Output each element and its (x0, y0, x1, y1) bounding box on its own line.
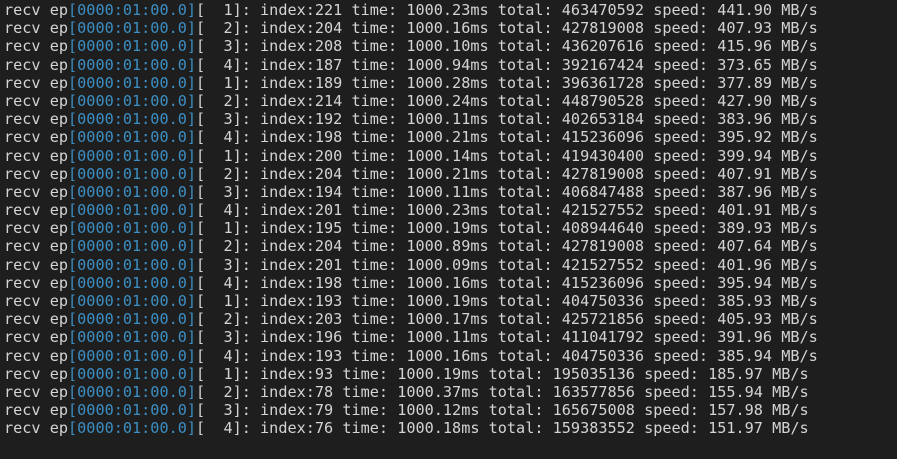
pci-bus-id: [0000:01:00.0] (68, 182, 197, 201)
log-line: recv ep[0000:01:00.0][ 3]: index:194 tim… (4, 183, 897, 201)
pci-bus-id: [0000:01:00.0] (68, 37, 197, 56)
pci-bus-id: [0000:01:00.0] (68, 110, 197, 129)
log-stats: [ 4]: index:193 time: 1000.16ms total: 4… (196, 346, 818, 365)
log-stats: [ 2]: index:214 time: 1000.24ms total: 4… (196, 91, 818, 110)
pci-bus-id: [0000:01:00.0] (68, 1, 197, 19)
log-stats: [ 4]: index:201 time: 1000.23ms total: 4… (196, 201, 818, 220)
log-line: recv ep[0000:01:00.0][ 1]: index:193 tim… (4, 292, 897, 310)
log-prefix: recv ep (4, 91, 69, 110)
log-line: recv ep[0000:01:00.0][ 2]: index:204 tim… (4, 237, 897, 255)
log-stats: [ 1]: index:189 time: 1000.28ms total: 3… (196, 73, 818, 92)
pci-bus-id: [0000:01:00.0] (68, 292, 197, 310)
log-stats: [ 2]: index:204 time: 1000.16ms total: 4… (196, 19, 818, 38)
log-line: recv ep[0000:01:00.0][ 3]: index:208 tim… (4, 37, 897, 55)
log-prefix: recv ep (4, 310, 69, 329)
log-prefix: recv ep (4, 419, 69, 438)
log-line: recv ep[0000:01:00.0][ 4]: index:76 time… (4, 419, 897, 437)
log-prefix: recv ep (4, 110, 69, 129)
log-line: recv ep[0000:01:00.0][ 2]: index:204 tim… (4, 165, 897, 183)
log-prefix: recv ep (4, 201, 69, 220)
log-line: recv ep[0000:01:00.0][ 4]: index:198 tim… (4, 128, 897, 146)
log-line: recv ep[0000:01:00.0][ 2]: index:78 time… (4, 383, 897, 401)
log-prefix: recv ep (4, 164, 69, 183)
log-line: recv ep[0000:01:00.0][ 4]: index:198 tim… (4, 274, 897, 292)
log-stats: [ 2]: index:204 time: 1000.21ms total: 4… (196, 164, 818, 183)
pci-bus-id: [0000:01:00.0] (68, 273, 197, 292)
log-line: recv ep[0000:01:00.0][ 4]: index:187 tim… (4, 56, 897, 74)
log-line: recv ep[0000:01:00.0][ 1]: index:189 tim… (4, 74, 897, 92)
pci-bus-id: [0000:01:00.0] (68, 19, 197, 38)
pci-bus-id: [0000:01:00.0] (68, 364, 197, 383)
log-stats: [ 2]: index:203 time: 1000.17ms total: 4… (196, 310, 818, 329)
log-prefix: recv ep (4, 182, 69, 201)
log-prefix: recv ep (4, 37, 69, 56)
log-prefix: recv ep (4, 273, 69, 292)
log-prefix: recv ep (4, 19, 69, 38)
log-stats: [ 1]: index:221 time: 1000.23ms total: 4… (196, 1, 818, 19)
log-prefix: recv ep (4, 146, 69, 165)
log-stats: [ 3]: index:194 time: 1000.11ms total: 4… (196, 182, 818, 201)
log-prefix: recv ep (4, 237, 69, 256)
pci-bus-id: [0000:01:00.0] (68, 328, 197, 347)
pci-bus-id: [0000:01:00.0] (68, 346, 197, 365)
log-stats: [ 2]: index:78 time: 1000.37ms total: 16… (196, 382, 809, 401)
log-stats: [ 1]: index:200 time: 1000.14ms total: 4… (196, 146, 818, 165)
pci-bus-id: [0000:01:00.0] (68, 255, 197, 274)
log-prefix: recv ep (4, 364, 69, 383)
pci-bus-id: [0000:01:00.0] (68, 401, 197, 420)
log-stats: [ 4]: index:198 time: 1000.16ms total: 4… (196, 273, 818, 292)
log-stats: [ 1]: index:93 time: 1000.19ms total: 19… (196, 364, 809, 383)
pci-bus-id: [0000:01:00.0] (68, 382, 197, 401)
pci-bus-id: [0000:01:00.0] (68, 219, 197, 238)
log-stats: [ 1]: index:193 time: 1000.19ms total: 4… (196, 292, 818, 310)
pci-bus-id: [0000:01:00.0] (68, 310, 197, 329)
log-line: recv ep[0000:01:00.0][ 3]: index:201 tim… (4, 256, 897, 274)
log-stats: [ 3]: index:208 time: 1000.10ms total: 4… (196, 37, 818, 56)
log-line: recv ep[0000:01:00.0][ 1]: index:200 tim… (4, 147, 897, 165)
pci-bus-id: [0000:01:00.0] (68, 73, 197, 92)
log-stats: [ 4]: index:198 time: 1000.21ms total: 4… (196, 128, 818, 147)
log-prefix: recv ep (4, 1, 69, 19)
pci-bus-id: [0000:01:00.0] (68, 55, 197, 74)
log-line: recv ep[0000:01:00.0][ 1]: index:195 tim… (4, 219, 897, 237)
log-prefix: recv ep (4, 346, 69, 365)
log-stats: [ 3]: index:196 time: 1000.11ms total: 4… (196, 328, 818, 347)
log-stats: [ 3]: index:192 time: 1000.11ms total: 4… (196, 110, 818, 129)
log-stats: [ 3]: index:79 time: 1000.12ms total: 16… (196, 401, 809, 420)
log-line: recv ep[0000:01:00.0][ 1]: index:93 time… (4, 365, 897, 383)
log-stats: [ 3]: index:201 time: 1000.09ms total: 4… (196, 255, 818, 274)
pci-bus-id: [0000:01:00.0] (68, 128, 197, 147)
log-line: recv ep[0000:01:00.0][ 4]: index:193 tim… (4, 347, 897, 365)
pci-bus-id: [0000:01:00.0] (68, 201, 197, 220)
pci-bus-id: [0000:01:00.0] (68, 91, 197, 110)
log-line: recv ep[0000:01:00.0][ 4]: index:201 tim… (4, 201, 897, 219)
log-prefix: recv ep (4, 73, 69, 92)
log-prefix: recv ep (4, 292, 69, 310)
pci-bus-id: [0000:01:00.0] (68, 419, 197, 438)
terminal-output[interactable]: recv ep[0000:01:00.0][ 1]: index:221 tim… (0, 0, 897, 459)
pci-bus-id: [0000:01:00.0] (68, 146, 197, 165)
log-prefix: recv ep (4, 328, 69, 347)
log-prefix: recv ep (4, 382, 69, 401)
log-line: recv ep[0000:01:00.0][ 1]: index:221 tim… (4, 1, 897, 19)
log-line: recv ep[0000:01:00.0][ 3]: index:79 time… (4, 401, 897, 419)
log-prefix: recv ep (4, 401, 69, 420)
log-stats: [ 1]: index:195 time: 1000.19ms total: 4… (196, 219, 818, 238)
pci-bus-id: [0000:01:00.0] (68, 237, 197, 256)
log-prefix: recv ep (4, 219, 69, 238)
log-stats: [ 4]: index:187 time: 1000.94ms total: 3… (196, 55, 818, 74)
log-line: recv ep[0000:01:00.0][ 2]: index:214 tim… (4, 92, 897, 110)
log-prefix: recv ep (4, 128, 69, 147)
log-prefix: recv ep (4, 255, 69, 274)
pci-bus-id: [0000:01:00.0] (68, 164, 197, 183)
log-line: recv ep[0000:01:00.0][ 2]: index:204 tim… (4, 19, 897, 37)
log-line: recv ep[0000:01:00.0][ 3]: index:192 tim… (4, 110, 897, 128)
log-stats: [ 2]: index:204 time: 1000.89ms total: 4… (196, 237, 818, 256)
log-line: recv ep[0000:01:00.0][ 2]: index:203 tim… (4, 310, 897, 328)
log-line: recv ep[0000:01:00.0][ 3]: index:196 tim… (4, 328, 897, 346)
log-prefix: recv ep (4, 55, 69, 74)
log-stats: [ 4]: index:76 time: 1000.18ms total: 15… (196, 419, 809, 438)
